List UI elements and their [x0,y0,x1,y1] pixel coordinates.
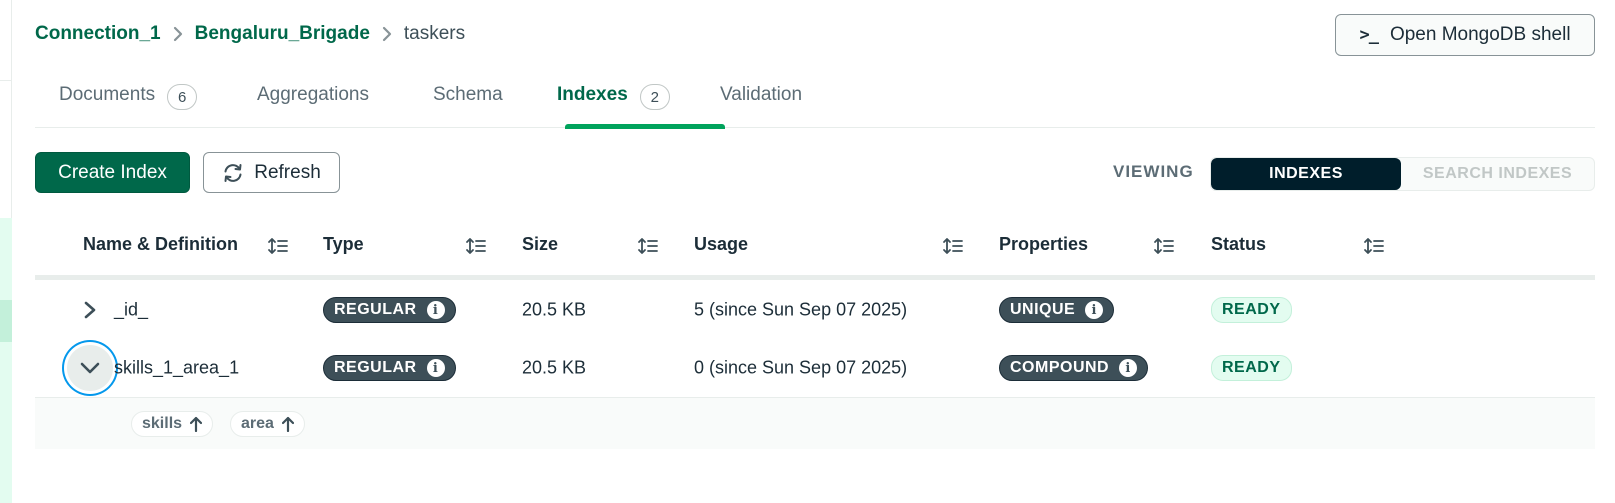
properties-cell: UNIQUE i [999,297,1115,323]
index-name: _id_ [114,299,149,320]
info-icon[interactable]: i [426,359,445,377]
viewing-label: VIEWING [1113,162,1194,181]
tab-aggregations[interactable]: Aggregations [257,78,369,128]
type-cell: REGULAR i [323,355,456,381]
property-badge: COMPOUND i [999,355,1149,381]
sort-icon[interactable] [465,236,487,256]
view-segmented-control: INDEXES SEARCH INDEXES [1210,157,1595,191]
column-header-type: Type [323,234,364,254]
tab-documents-label: Documents [59,84,156,105]
type-badge-label: REGULAR [334,359,417,376]
column-header-properties: Properties [999,234,1089,254]
collapse-row-button[interactable] [67,345,113,391]
open-shell-label: Open MongoDB shell [1389,24,1571,45]
index-keys-row: skills area [35,397,1595,449]
info-icon[interactable]: i [426,301,445,319]
view-option-search-indexes[interactable]: SEARCH INDEXES [1401,158,1594,190]
status-cell: READY [1211,355,1292,381]
documents-count-badge: 6 [167,84,198,110]
expand-row-button[interactable] [67,287,113,333]
breadcrumb-connection[interactable]: Connection_1 [35,23,161,45]
column-header-usage: Usage [694,234,749,254]
status-badge: READY [1211,297,1292,323]
property-badge: UNIQUE i [999,297,1115,323]
breadcrumb: Connection_1 Bengaluru_Brigade taskers [35,22,465,46]
tab-indexes-label: Indexes [557,84,628,105]
index-key-chip: area [230,411,305,437]
sort-icon[interactable] [1153,236,1175,256]
column-header-name: Name & Definition [83,234,239,254]
refresh-button[interactable]: Refresh [203,152,340,193]
create-index-button[interactable]: Create Index [35,152,190,193]
sort-icon[interactable] [942,236,964,256]
arrow-up-icon [281,416,294,432]
sort-icon[interactable] [1363,236,1385,256]
sidebar-active-item[interactable] [0,300,12,342]
properties-cell: COMPOUND i [999,355,1149,381]
status-badge: READY [1211,355,1292,381]
column-header-status: Status [1211,234,1267,254]
index-key-label: skills [142,415,183,432]
sort-icon[interactable] [637,236,659,256]
tab-validation[interactable]: Validation [720,78,802,128]
index-size: 20.5 KB [522,357,587,378]
collection-tabs: Documents 6 Aggregations Schema Indexes … [35,78,1595,129]
chevron-down-icon [80,362,100,374]
breadcrumb-collection: taskers [403,23,466,44]
type-badge: REGULAR i [323,355,456,381]
type-badge: REGULAR i [323,297,456,323]
table-row: skills_1_area_1 REGULAR i 20.5 KB 0 (sin… [35,339,1595,397]
tab-schema-label: Schema [433,84,503,105]
tab-documents[interactable]: Documents 6 [59,78,198,128]
info-icon[interactable]: i [1085,301,1104,319]
type-cell: REGULAR i [323,297,456,323]
status-cell: READY [1211,297,1292,323]
index-size: 20.5 KB [522,299,587,320]
arrow-up-icon [190,416,203,432]
breadcrumb-database[interactable]: Bengaluru_Brigade [195,23,370,45]
index-name: skills_1_area_1 [114,357,240,378]
tab-schema[interactable]: Schema [433,78,503,128]
active-tab-indicator [565,124,725,129]
property-badge-label: UNIQUE [1010,301,1076,318]
indexes-table-header: Name & Definition Type Size Usage Proper… [35,226,1595,280]
sidebar-selected-region [0,218,12,503]
indexes-count-badge: 2 [639,84,670,110]
tab-validation-label: Validation [720,84,803,105]
chevron-right-icon [173,26,183,42]
info-icon[interactable]: i [1119,359,1138,377]
index-usage: 5 (since Sun Sep 07 2025) [694,299,908,320]
view-option-indexes[interactable]: INDEXES [1211,158,1401,190]
property-badge-label: COMPOUND [1010,359,1110,376]
chevron-right-icon [84,301,96,319]
index-key-label: area [241,415,274,432]
chevron-right-icon [382,26,392,42]
table-row: _id_ REGULAR i 20.5 KB 5 (since Sun Sep … [35,281,1595,339]
terminal-icon: >_ [1359,25,1379,45]
left-sidebar-edge [0,0,12,503]
sort-icon[interactable] [267,236,289,256]
refresh-icon [224,163,242,182]
column-header-size: Size [522,234,559,254]
tab-aggregations-label: Aggregations [257,84,369,105]
sidebar-divider [0,80,12,81]
refresh-label: Refresh [254,161,321,183]
index-usage: 0 (since Sun Sep 07 2025) [694,357,908,378]
index-key-chip: skills [131,411,214,437]
open-shell-button[interactable]: >_ Open MongoDB shell [1335,14,1595,56]
tab-indexes[interactable]: Indexes 2 [557,78,670,128]
type-badge-label: REGULAR [334,301,417,318]
